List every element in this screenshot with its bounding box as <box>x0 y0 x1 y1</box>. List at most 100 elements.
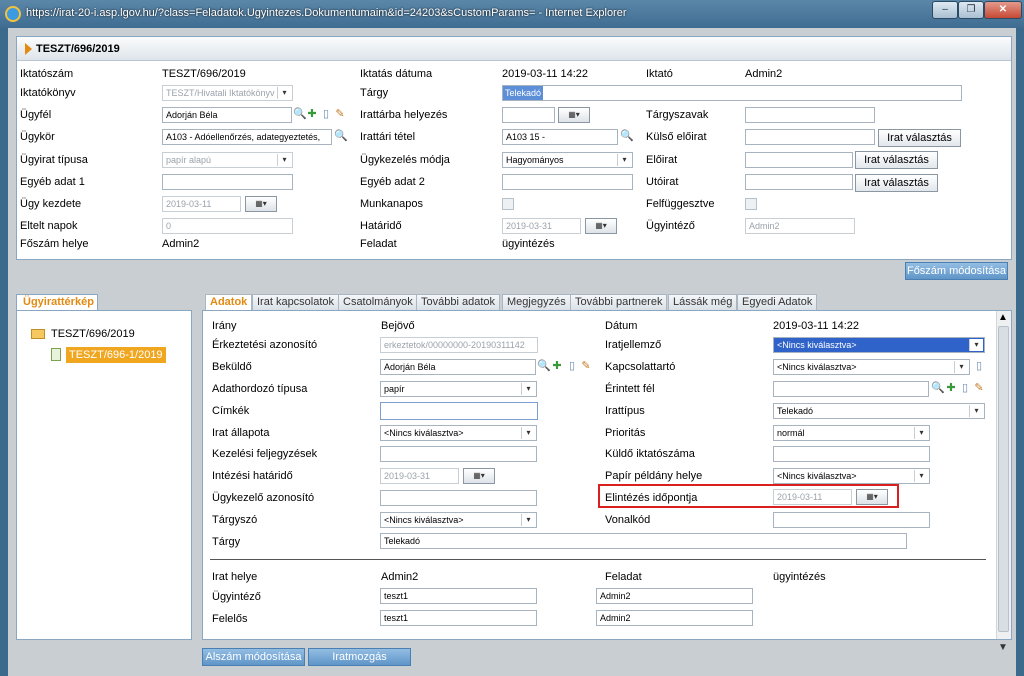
ugykezeles-select[interactable]: Hagyományos ▾ <box>502 152 633 168</box>
irattipus-select[interactable]: Telekadó ▾ <box>773 403 985 419</box>
new-document-icon[interactable]: ▯ <box>566 360 578 372</box>
tab-irat-kapcsolatok[interactable]: Irat kapcsolatok <box>252 294 340 311</box>
calendar-icon[interactable]: ▦▾ <box>585 218 617 234</box>
intezesi-hatarido-field[interactable]: 2019-03-31 <box>380 468 459 484</box>
kulso-eloirat-field[interactable] <box>745 129 875 145</box>
tab-lassak-meg[interactable]: Lássák még <box>668 294 738 311</box>
close-button[interactable]: ✕ <box>984 1 1022 19</box>
eltelt-napok-label: Eltelt napok <box>20 220 78 232</box>
erintett-fel-field[interactable] <box>773 381 929 397</box>
collapse-arrow-icon[interactable] <box>25 43 32 55</box>
new-document-icon[interactable]: ▯ <box>320 108 332 120</box>
kuldo-iktatoszama-field[interactable] <box>773 446 930 462</box>
scroll-down-icon[interactable]: ▼ <box>998 642 1008 653</box>
irattari-tetel-field[interactable]: A103 15 - <box>502 129 618 145</box>
alszam-modositasa-button[interactable]: Alszám módosítása <box>202 648 305 666</box>
ugykor-field[interactable]: A103 - Adóellenőrzés, adategyeztetés, <box>162 129 332 145</box>
kapcsolattarto-select[interactable]: <Nincs kiválasztva> ▾ <box>773 359 970 375</box>
cimkek-label: Címkék <box>212 405 250 417</box>
elintezes-idopontja-field[interactable]: 2019-03-11 <box>773 489 852 505</box>
add-person-icon[interactable]: ✚ <box>306 108 318 120</box>
magnifier-icon[interactable]: 🔍 <box>537 360 551 372</box>
magnifier-icon[interactable]: 🔍 <box>620 130 634 142</box>
irattarba-field[interactable] <box>502 107 555 123</box>
foszam-modositasa-button[interactable]: Főszám módosítása <box>905 262 1008 280</box>
felfuggesztve-label: Felfüggesztve <box>646 198 715 210</box>
calendar-icon[interactable]: ▦▾ <box>245 196 277 212</box>
cimkek-field[interactable] <box>380 402 538 420</box>
tab-tovabbi-adatok[interactable]: További adatok <box>416 294 500 311</box>
tree-folder-label[interactable]: TESZT/696/2019 <box>51 327 135 341</box>
tab-egyedi-adatok[interactable]: Egyedi Adatok <box>737 294 818 311</box>
ugyirat-tipusa-select[interactable]: papír alapú ▾ <box>162 152 293 168</box>
maximize-button[interactable]: ❐ <box>958 1 984 19</box>
add-person-icon[interactable]: ✚ <box>945 382 957 394</box>
calendar-icon[interactable]: ▦▾ <box>463 468 495 484</box>
calendar-icon[interactable]: ▦▾ <box>558 107 590 123</box>
edit-pencil-icon[interactable]: ✎ <box>973 382 985 394</box>
targyszo-value: <Nincs kiválasztva> <box>384 515 464 525</box>
edit-pencil-icon[interactable]: ✎ <box>580 360 592 372</box>
eloirat-field[interactable] <box>745 152 853 168</box>
targy-field[interactable]: Telekadó <box>502 85 962 101</box>
irat-allapota-select[interactable]: <Nincs kiválasztva> ▾ <box>380 425 537 441</box>
add-person-icon[interactable]: ✚ <box>551 360 563 372</box>
felelos-field-2[interactable]: Admin2 <box>596 610 753 626</box>
edit-pencil-icon[interactable]: ✎ <box>334 108 346 120</box>
scroll-up-icon[interactable]: ▲ <box>998 312 1008 323</box>
dropdown-arrow-icon: ▾ <box>277 154 291 166</box>
tree-selected-document[interactable]: TESZT/696-1/2019 <box>66 347 166 363</box>
kezelesi-feljegyzesek-field[interactable] <box>380 446 537 462</box>
magnifier-icon[interactable]: 🔍 <box>334 130 348 142</box>
utoirat-valasztas-button[interactable]: Irat választás <box>855 174 938 192</box>
form-ugyintezo-field-2[interactable]: Admin2 <box>596 588 753 604</box>
ugyfel-field[interactable]: Adorján Béla <box>162 107 292 123</box>
magnifier-icon[interactable]: 🔍 <box>293 108 307 120</box>
ugy-kezdete-field[interactable]: 2019-03-11 <box>162 196 241 212</box>
iktatokonyv-select[interactable]: TESZT/Hivatali Iktatókönyv ▾ <box>162 85 293 101</box>
tab-ugyiratterkep[interactable]: Ügyirattérkép <box>16 294 98 311</box>
iratmozgas-button[interactable]: Iratmozgás <box>308 648 411 666</box>
scrollbar-thumb[interactable] <box>998 326 1009 632</box>
dropdown-arrow-icon: ▾ <box>277 87 291 99</box>
hatarido-field[interactable]: 2019-03-31 <box>502 218 581 234</box>
iratjellemzo-value: <Nincs kiválasztva> <box>777 340 857 350</box>
eloirat-valasztas-button[interactable]: Irat választás <box>855 151 938 169</box>
felfuggesztve-checkbox[interactable] <box>745 198 757 210</box>
utoirat-field[interactable] <box>745 174 853 190</box>
egyeb-adat-2-field[interactable] <box>502 174 633 190</box>
adathordozo-select[interactable]: papír ▾ <box>380 381 537 397</box>
new-document-icon[interactable]: ▯ <box>959 382 971 394</box>
form-ugyintezo-field[interactable]: teszt1 <box>380 588 537 604</box>
magnifier-icon[interactable]: 🔍 <box>931 382 945 394</box>
ugyintezo-field[interactable]: Admin2 <box>745 218 855 234</box>
dropdown-arrow-icon: ▾ <box>969 339 983 351</box>
tab-tovabbi-partnerek[interactable]: További partnerek <box>570 294 668 311</box>
calendar-icon[interactable]: ▦▾ <box>856 489 888 505</box>
ugykezelo-field[interactable] <box>380 490 537 506</box>
iratjellemzo-select[interactable]: <Nincs kiválasztva> ▾ <box>773 337 985 353</box>
ugyirat-tipusa-value: papír alapú <box>166 155 212 165</box>
targyszavak-field[interactable] <box>745 107 875 123</box>
vonalkod-field[interactable] <box>773 512 930 528</box>
felelos-label: Felelős <box>212 613 248 625</box>
internet-explorer-icon <box>5 6 21 22</box>
prioritas-select[interactable]: normál ▾ <box>773 425 930 441</box>
munkanapos-checkbox[interactable] <box>502 198 514 210</box>
targyszo-select[interactable]: <Nincs kiválasztva> ▾ <box>380 512 537 528</box>
kulso-irat-valasztas-button[interactable]: Irat választás <box>878 129 961 147</box>
new-document-icon[interactable]: ▯ <box>973 360 985 372</box>
minimize-button[interactable]: – <box>932 1 958 19</box>
felelos-field[interactable]: teszt1 <box>380 610 537 626</box>
papir-peldany-select[interactable]: <Nincs kiválasztva> ▾ <box>773 468 930 484</box>
iratjellemzo-label: Iratjellemző <box>605 339 662 351</box>
tab-csatolmanyok[interactable]: Csatolmányok <box>338 294 418 311</box>
tab-megjegyzes[interactable]: Megjegyzés <box>502 294 571 311</box>
bekuldo-field[interactable]: Adorján Béla <box>380 359 536 375</box>
egyeb-adat-1-field[interactable] <box>162 174 293 190</box>
eloirat-label: Előirat <box>646 154 678 166</box>
dropdown-arrow-icon: ▾ <box>969 405 983 417</box>
form-targy-field[interactable]: Telekadó <box>380 533 907 549</box>
window-title: https://irat-20-i.asp.lgov.hu/?class=Fel… <box>26 7 627 19</box>
document-icon <box>51 348 61 361</box>
